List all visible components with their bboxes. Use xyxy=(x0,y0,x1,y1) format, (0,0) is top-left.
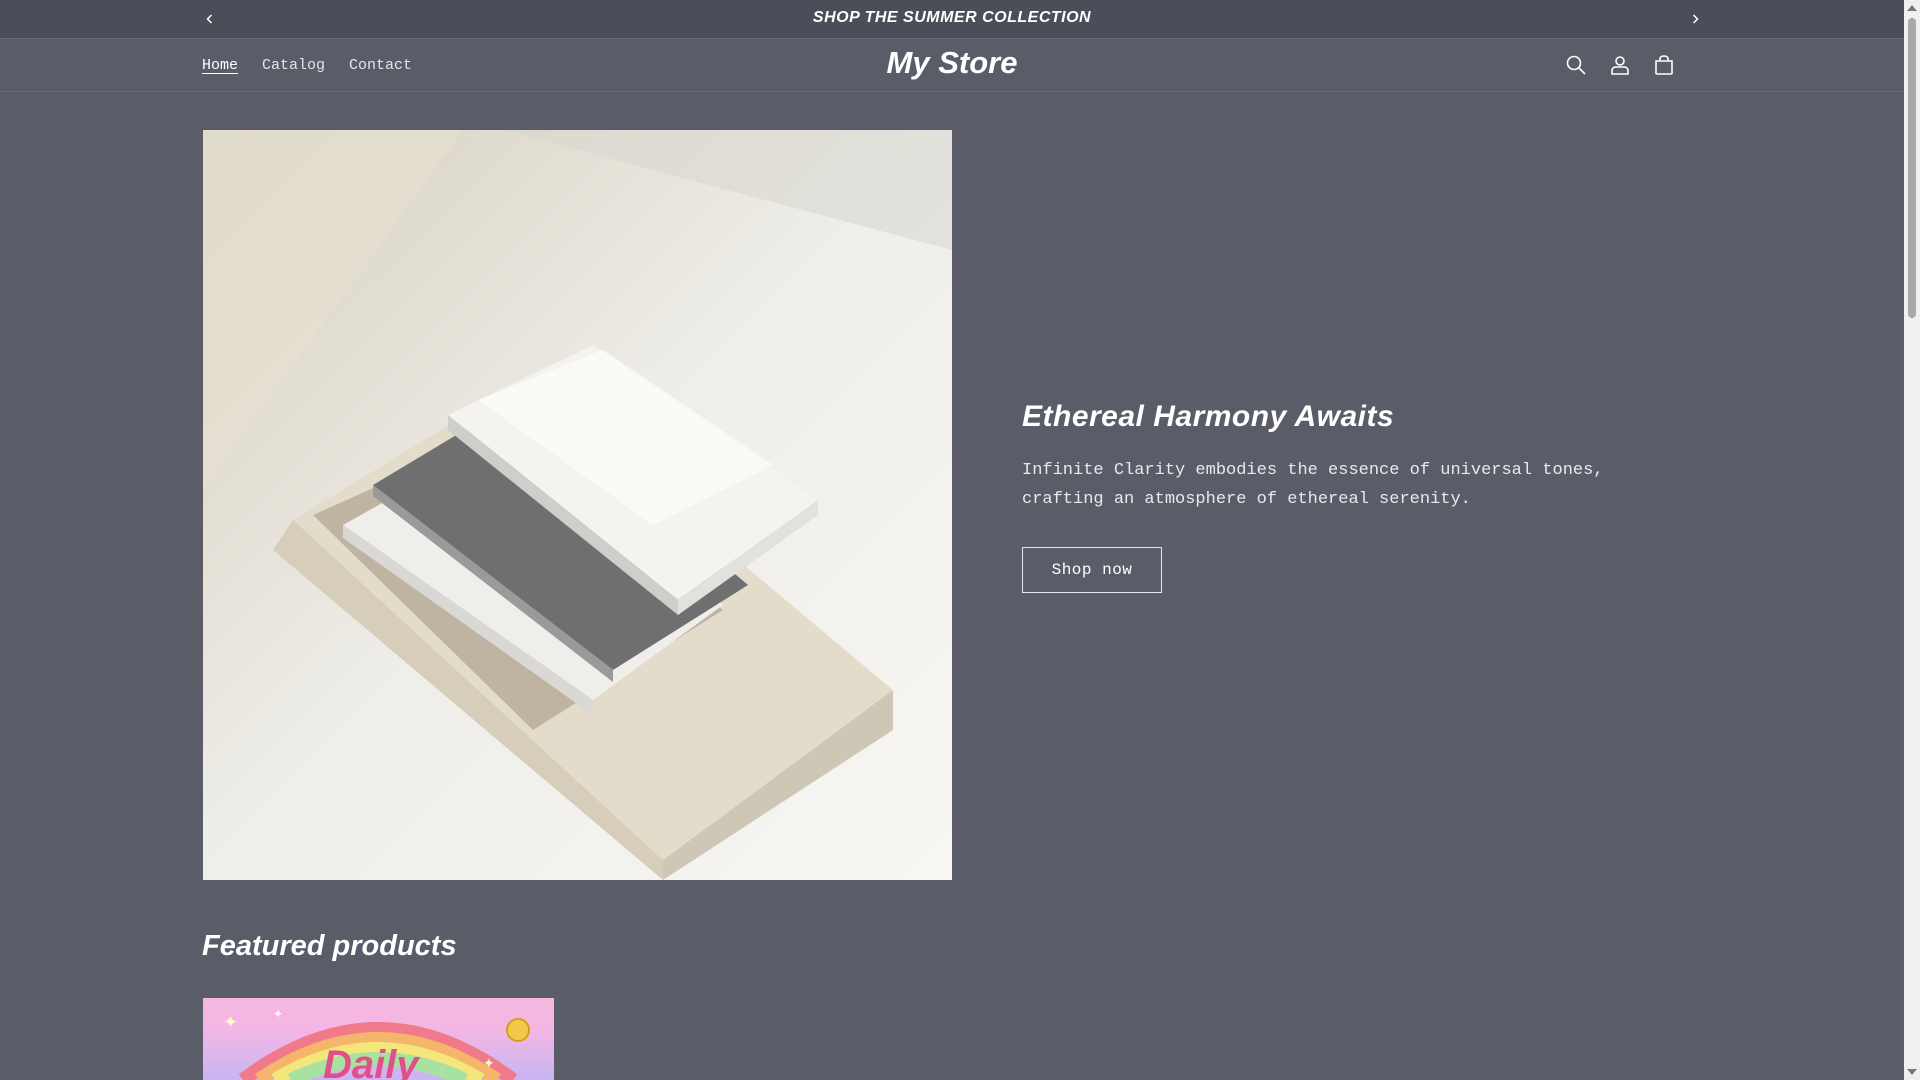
scroll-up-arrow-icon[interactable] xyxy=(1907,5,1917,11)
featured-products-title: Featured products xyxy=(202,930,457,962)
announcement-text: SHOP THE SUMMER COLLECTION xyxy=(812,9,1092,26)
scroll-down-arrow-icon[interactable] xyxy=(1907,1069,1917,1075)
product-image-text: Daily xyxy=(323,1043,420,1080)
account-button[interactable] xyxy=(1600,45,1640,85)
search-button[interactable] xyxy=(1556,45,1596,85)
hero-description: Infinite Clarity embodies the essence of… xyxy=(1022,461,1604,509)
hero-text-block: Ethereal Harmony Awaits Infinite Clarity… xyxy=(1022,400,1642,593)
chevron-right-icon xyxy=(1692,14,1699,24)
scrollbar-thumb[interactable] xyxy=(1908,18,1916,318)
cart-button[interactable] xyxy=(1644,45,1684,85)
product-image: Daily ✦ ✦ ✦ xyxy=(223,1007,530,1080)
cart-icon xyxy=(1655,55,1673,75)
svg-text:✦: ✦ xyxy=(223,1012,238,1033)
product-card[interactable]: Daily ✦ ✦ ✦ xyxy=(203,998,554,1080)
account-icon xyxy=(1611,56,1629,75)
shop-now-button[interactable]: Shop now xyxy=(1022,547,1162,593)
announcement-bar: SHOP THE SUMMER COLLECTION xyxy=(0,0,1904,39)
header-icons xyxy=(1556,39,1684,91)
hero-title: Ethereal Harmony Awaits xyxy=(1022,400,1395,433)
svg-text:✦: ✦ xyxy=(483,1056,495,1072)
stacked-books-image xyxy=(203,130,952,880)
site-header: Home Catalog Contact My Store xyxy=(0,39,1904,92)
announcement-next-button[interactable] xyxy=(1683,7,1707,31)
hero-image xyxy=(203,130,952,880)
search-icon xyxy=(1566,55,1586,75)
svg-text:✦: ✦ xyxy=(273,1007,283,1021)
page-scrollbar[interactable] xyxy=(1904,0,1920,1080)
